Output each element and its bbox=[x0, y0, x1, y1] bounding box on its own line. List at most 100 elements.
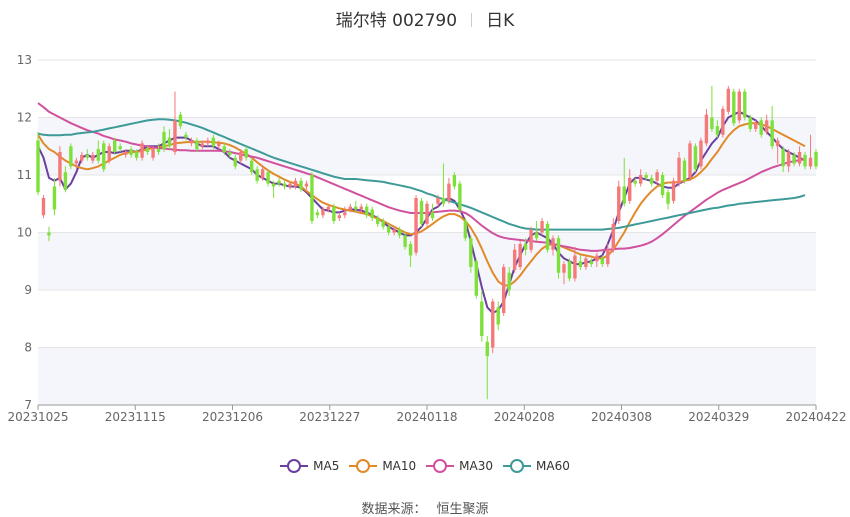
candle-up bbox=[348, 206, 352, 210]
x-tick-label: 20231115 bbox=[105, 410, 166, 424]
candle-down bbox=[36, 140, 40, 193]
y-tick-label: 13 bbox=[17, 53, 32, 67]
y-tick-label: 12 bbox=[17, 111, 32, 125]
candle-down bbox=[545, 223, 550, 250]
legend-marker bbox=[349, 459, 378, 473]
candle-down bbox=[534, 232, 539, 239]
candle-down bbox=[381, 221, 385, 227]
y-tick-label: 10 bbox=[17, 226, 32, 240]
legend-label: MA5 bbox=[313, 459, 340, 473]
legend-marker bbox=[503, 459, 532, 473]
x-tick-label: 20231227 bbox=[299, 410, 360, 424]
candle-down bbox=[781, 149, 785, 167]
candle-up bbox=[754, 123, 758, 129]
candle-down bbox=[496, 307, 500, 325]
legend-marker bbox=[426, 459, 455, 473]
candle-up bbox=[414, 198, 418, 253]
candle-up bbox=[392, 229, 396, 233]
candle-up bbox=[123, 152, 128, 155]
candle-up bbox=[808, 157, 813, 167]
candle-down bbox=[69, 146, 73, 167]
candle-up bbox=[491, 301, 495, 348]
candle-up bbox=[151, 149, 155, 158]
candle-up bbox=[321, 209, 325, 216]
candle-up bbox=[41, 198, 46, 216]
candle-down bbox=[710, 117, 714, 129]
candle-up bbox=[239, 152, 243, 161]
candle-down bbox=[375, 218, 380, 224]
candle-down bbox=[474, 261, 479, 296]
candle-down bbox=[578, 261, 583, 267]
candle-up bbox=[425, 203, 429, 224]
candle-down bbox=[523, 244, 528, 250]
candle-down bbox=[178, 114, 183, 127]
candle-down bbox=[732, 91, 736, 124]
source-value: 恒生聚源 bbox=[436, 502, 489, 517]
candle-down bbox=[622, 186, 626, 204]
candle-down bbox=[633, 180, 637, 184]
legend-item-ma60[interactable]: MA60 bbox=[503, 459, 570, 473]
candle-up bbox=[206, 140, 210, 144]
y-tick-label: 8 bbox=[24, 341, 32, 355]
candle-down bbox=[134, 152, 139, 158]
candle-up bbox=[786, 152, 791, 167]
candle-down bbox=[386, 226, 391, 233]
candle-down bbox=[129, 149, 133, 155]
candle-down bbox=[162, 131, 166, 150]
candle-down bbox=[666, 192, 670, 204]
legend: MA5 MA10 MA30 MA60 bbox=[0, 459, 850, 476]
candle-down bbox=[145, 149, 150, 152]
legend-marker bbox=[280, 459, 309, 473]
candle-down bbox=[315, 212, 320, 216]
candle-down bbox=[156, 149, 161, 152]
candle-down bbox=[85, 154, 90, 158]
candle-down bbox=[365, 206, 369, 216]
candle-up bbox=[502, 267, 506, 313]
candle-down bbox=[814, 152, 818, 167]
candle-up bbox=[628, 177, 632, 201]
candle-up bbox=[436, 198, 440, 204]
candle-up bbox=[677, 157, 681, 184]
candle-down bbox=[167, 137, 172, 147]
legend-item-ma30[interactable]: MA30 bbox=[426, 459, 493, 473]
candle-up bbox=[611, 223, 615, 250]
x-tick-label: 20240208 bbox=[494, 410, 555, 424]
candle-down bbox=[463, 221, 468, 239]
candle-down bbox=[644, 175, 648, 178]
legend-item-ma5[interactable]: MA5 bbox=[280, 459, 339, 473]
candle-up bbox=[562, 264, 566, 273]
candle-up bbox=[584, 258, 588, 267]
candle-up bbox=[200, 143, 205, 147]
candle-down bbox=[310, 175, 314, 221]
candle-up bbox=[655, 172, 659, 181]
candle-up bbox=[551, 238, 555, 250]
candle-down bbox=[770, 120, 774, 147]
candle-up bbox=[326, 206, 331, 210]
candle-up bbox=[74, 160, 79, 164]
candle-down bbox=[299, 180, 303, 190]
candle-down bbox=[184, 134, 188, 138]
candle-down bbox=[282, 183, 287, 187]
candle-up bbox=[764, 120, 769, 132]
candle-up bbox=[529, 229, 533, 250]
candle-down bbox=[556, 238, 561, 273]
candle-up bbox=[699, 140, 703, 167]
candle-down bbox=[458, 183, 462, 210]
candle-down bbox=[211, 137, 216, 147]
candle-up bbox=[540, 221, 544, 233]
y-axis-ticks: 78910111213 bbox=[17, 53, 32, 412]
y-tick-label: 11 bbox=[17, 168, 32, 182]
candle-up bbox=[91, 154, 95, 161]
candle-up bbox=[737, 91, 741, 121]
legend-item-ma10[interactable]: MA10 bbox=[349, 459, 416, 473]
candle-up bbox=[775, 140, 780, 147]
candle-up bbox=[217, 143, 221, 147]
candle-down bbox=[649, 177, 654, 184]
legend-label: MA30 bbox=[459, 459, 494, 473]
candle-up bbox=[606, 249, 610, 265]
candle-up bbox=[447, 183, 451, 201]
candle-down bbox=[397, 229, 402, 236]
data-source: 数据来源： 恒生聚源 bbox=[0, 498, 850, 517]
candle-up bbox=[260, 169, 265, 178]
x-tick-label: 20231025 bbox=[7, 410, 68, 424]
